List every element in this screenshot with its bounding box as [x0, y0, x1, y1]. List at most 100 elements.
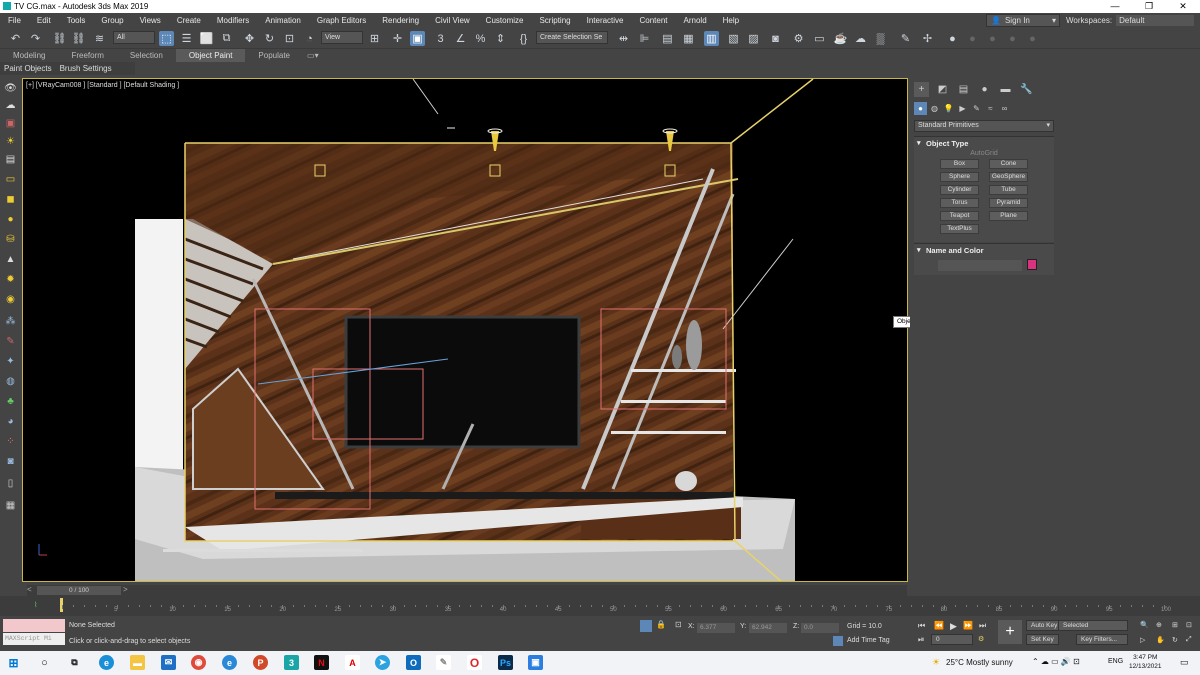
pivot-center-icon[interactable]: ⊞ [367, 31, 382, 46]
menu-views[interactable]: Views [132, 13, 169, 28]
sphere-icon[interactable]: ● [3, 212, 18, 226]
pen-app-icon[interactable]: ✎ [436, 655, 451, 670]
link-icon[interactable]: ⛓ [52, 31, 67, 46]
render-production-icon[interactable]: ☕ [833, 31, 848, 46]
z-coordinate-field[interactable]: 0.0 [801, 623, 839, 633]
object-color-swatch[interactable] [1027, 259, 1037, 270]
weather-text[interactable]: 25°C Mostly sunny [946, 658, 1013, 667]
geometry-icon[interactable]: ● [914, 102, 927, 115]
ribbon-tab-modeling[interactable]: Modeling [0, 49, 58, 62]
language-indicator[interactable]: ENG [1108, 658, 1123, 665]
pdf-app-icon[interactable]: P [253, 655, 268, 670]
primitives-dropdown[interactable]: Standard Primitives ▾ [914, 120, 1054, 132]
selection-lock-icon[interactable]: 🔒 [656, 620, 668, 632]
menu-interactive[interactable]: Interactive [579, 13, 632, 28]
next-key-icon[interactable]: ⏩ [963, 621, 973, 630]
menu-edit[interactable]: Edit [29, 13, 59, 28]
systems-icon[interactable]: ∞ [998, 102, 1011, 115]
edge-icon[interactable]: e [99, 655, 114, 670]
place-icon[interactable]: ◔ [302, 31, 317, 46]
modify-tab-icon[interactable]: ◩ [935, 82, 950, 97]
menu-tools[interactable]: Tools [59, 13, 94, 28]
scene-explorer-icon[interactable]: ▤ [660, 31, 675, 46]
menu-modifiers[interactable]: Modifiers [209, 13, 257, 28]
file-icon[interactable]: ▯ [3, 476, 18, 490]
dim-tool-4-icon[interactable]: ● [1005, 31, 1020, 46]
plane-icon[interactable]: ▭ [3, 172, 18, 186]
zoom-extents-all-icon[interactable]: ⊡ [1186, 621, 1192, 629]
ribbon-tab-freeform[interactable]: Freeform [58, 49, 116, 62]
zoom-icon[interactable]: 🔍 [1140, 621, 1149, 629]
menu-create[interactable]: Create [169, 13, 209, 28]
current-frame-field[interactable]: 0 [931, 634, 973, 645]
dim-tool-3-icon[interactable]: ● [985, 31, 1000, 46]
curve-editor-icon[interactable]: ▧ [726, 31, 741, 46]
menu-file[interactable]: File [0, 13, 29, 28]
orbit-icon[interactable]: ↻ [1172, 636, 1178, 644]
shell-icon[interactable]: ◙ [3, 454, 18, 468]
select-object-icon[interactable]: ⬚ [159, 31, 174, 46]
x-coordinate-field[interactable]: 6.377 [697, 623, 735, 633]
keyboard-shortcut-override-icon[interactable]: ▣ [410, 31, 425, 46]
reference-coord-dropdown[interactable]: View [321, 31, 363, 44]
render-cloud-icon[interactable]: ☁ [853, 31, 868, 46]
outlook-icon[interactable]: O [406, 655, 421, 670]
cylinder-button[interactable]: Cylinder [940, 185, 979, 195]
pyramid-button[interactable]: Pyramid [989, 198, 1028, 208]
menu-scripting[interactable]: Scripting [531, 13, 578, 28]
textplus-button[interactable]: TextPlus [940, 224, 979, 234]
acrobat-icon[interactable]: A [345, 655, 360, 670]
lights-icon[interactable]: 💡 [942, 102, 955, 115]
light-icon[interactable]: ☀ [3, 134, 18, 148]
maximize-button[interactable]: ❐ [1132, 0, 1166, 13]
plane-button[interactable]: Plane [989, 211, 1028, 221]
netflix-icon[interactable]: N [314, 655, 329, 670]
menu-rendering[interactable]: Rendering [374, 13, 427, 28]
maxscript-listener[interactable] [3, 619, 65, 632]
menu-graph-editors[interactable]: Graph Editors [309, 13, 374, 28]
viewport-label[interactable]: [+] [VRayCam008 ] [Standard ] [Default S… [26, 82, 179, 89]
go-to-start-icon[interactable]: ⏮ [918, 621, 925, 631]
photoshop-icon[interactable]: Ps [498, 655, 513, 670]
named-selection-dropdown[interactable]: Create Selection Se [536, 31, 608, 44]
menu-animation[interactable]: Animation [257, 13, 309, 28]
geosphere-button[interactable]: GeoSphere [989, 172, 1028, 182]
menu-customize[interactable]: Customize [478, 13, 532, 28]
next-frame-icon[interactable]: > [123, 585, 128, 594]
select-manipulate-icon[interactable]: ✛ [390, 31, 405, 46]
undo-icon[interactable]: ↶ [8, 31, 23, 46]
isolate-selection-icon[interactable] [640, 620, 652, 632]
bind-spacewarp-icon[interactable]: ≋ [92, 31, 107, 46]
camera-icon[interactable]: ▤ [3, 152, 18, 166]
sign-in-dropdown[interactable]: 👤 Sign In ▾ [986, 14, 1060, 27]
box-button[interactable]: Box [940, 159, 979, 169]
edit-named-sets-icon[interactable]: {} [516, 31, 531, 46]
render-message-icon[interactable]: ✎ [898, 31, 913, 46]
scale-icon[interactable]: ⊡ [282, 31, 297, 46]
box-icon[interactable]: ◼ [3, 192, 18, 206]
rect-selection-icon[interactable]: ⬜ [199, 31, 214, 46]
dim-tool-1-icon[interactable]: ● [945, 31, 960, 46]
telegram-icon[interactable]: ➤ [375, 655, 390, 670]
menu-help[interactable]: Help [715, 13, 747, 28]
shape-icon[interactable]: ✦ [3, 354, 18, 368]
palette-icon[interactable]: ⁘ [3, 434, 18, 448]
grid-icon[interactable]: ▦ [3, 498, 18, 512]
auto-key-button[interactable]: Auto Key [1026, 620, 1063, 631]
object-type-header[interactable]: Object Type [914, 137, 1054, 150]
play-icon[interactable]: ▶ [950, 621, 957, 632]
zoom-all-icon[interactable]: ⊕ [1156, 621, 1162, 629]
redo-icon[interactable]: ↷ [28, 31, 43, 46]
dim-tool-2-icon[interactable]: ● [965, 31, 980, 46]
layer-explorer-icon[interactable]: ▦ [681, 31, 696, 46]
schematic-view-icon[interactable]: ▨ [746, 31, 761, 46]
select-by-name-icon[interactable]: ☰ [179, 31, 194, 46]
move-icon[interactable]: ✥ [242, 31, 257, 46]
rotate-icon[interactable]: ↻ [262, 31, 277, 46]
sun-icon[interactable]: ✹ [3, 272, 18, 286]
menu-arnold[interactable]: Arnold [676, 13, 715, 28]
time-slider[interactable]: 0 / 100 [37, 586, 121, 595]
render-setup-icon[interactable]: ⚙ [791, 31, 806, 46]
mail-icon[interactable]: ✉ [161, 655, 176, 670]
windows-start-icon[interactable]: ⊞ [6, 655, 21, 670]
